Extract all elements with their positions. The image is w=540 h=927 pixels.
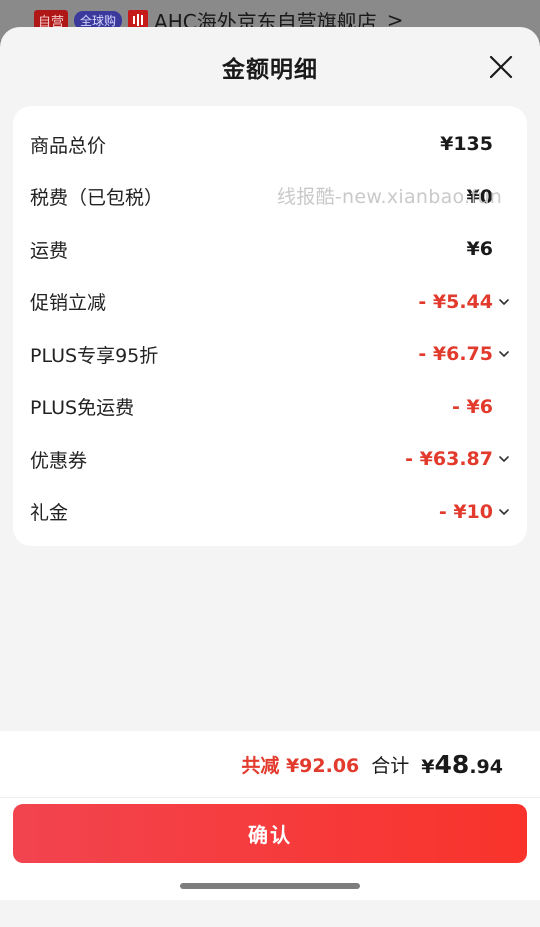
row-value: - ¥10 — [438, 500, 493, 523]
watermark: 线报酷-new.xianbao.fun — [277, 186, 503, 208]
close-icon[interactable] — [488, 54, 514, 80]
row-value: - ¥6.75 — [418, 343, 493, 366]
breakdown-row: 商品总价 ¥135 — [13, 118, 527, 171]
total-currency: ¥ — [421, 755, 435, 778]
row-label: PLUS免运费 — [30, 397, 135, 420]
breakdown-row: 运费 ¥6 — [13, 223, 527, 276]
sheet-header: 金额明细 — [0, 27, 540, 107]
row-label: 税费（已包税） — [30, 187, 164, 210]
price-summary: 共减 ¥92.06 合计 ¥ 48 .94 — [0, 731, 540, 797]
total-decimal: .94 — [469, 755, 503, 778]
row-label: 促销立减 — [30, 292, 107, 315]
price-breakdown-card: 商品总价 ¥135 税费（已包税） ¥0 运费 ¥6 促销立减 - ¥5.44 PLUS专享95… — [13, 106, 527, 546]
chevron-down-icon[interactable] — [497, 505, 511, 519]
breakdown-row[interactable]: 促销立减 - ¥5.44 — [13, 276, 527, 329]
row-value: - ¥63.87 — [405, 448, 493, 471]
chevron-down-icon[interactable] — [497, 452, 511, 466]
chevron-down-icon[interactable] — [497, 347, 511, 361]
row-value-group: - ¥6.75 — [418, 343, 511, 365]
confirm-button[interactable]: 确认 — [13, 804, 527, 863]
row-value-group: ¥135 — [440, 133, 511, 155]
row-value-group: - ¥6 — [452, 396, 511, 418]
row-label: PLUS专享95折 — [30, 344, 159, 367]
row-value-group: - ¥5.44 — [418, 291, 511, 313]
row-label: 运费 — [30, 239, 69, 262]
breakdown-row[interactable]: 优惠券 - ¥63.87 — [13, 433, 527, 486]
chevron-down-icon[interactable] — [497, 295, 511, 309]
row-value: - ¥5.44 — [418, 290, 493, 313]
sheet-title: 金额明细 — [222, 57, 318, 83]
row-label: 商品总价 — [30, 134, 107, 157]
breakdown-row[interactable]: 礼金 - ¥10 — [13, 486, 527, 539]
row-value: ¥135 — [440, 133, 493, 156]
breakdown-row[interactable]: PLUS专享95折 - ¥6.75 — [13, 328, 527, 381]
row-value-group: ¥6 — [467, 238, 511, 260]
row-label: 优惠券 — [30, 449, 88, 472]
row-value-group: - ¥10 — [439, 501, 511, 523]
row-value-group: - ¥63.87 — [405, 448, 511, 470]
total-integer: 48 — [434, 749, 470, 779]
row-value: ¥6 — [466, 238, 493, 261]
home-indicator[interactable] — [180, 883, 360, 889]
row-label: 礼金 — [30, 502, 69, 525]
total-label: 合计 — [371, 754, 410, 777]
breakdown-row: PLUS免运费 - ¥6 — [13, 381, 527, 434]
total-amount: ¥ 48 .94 — [421, 750, 503, 779]
total-discount: 共减 ¥92.06 — [241, 754, 360, 777]
row-value: - ¥6 — [452, 395, 493, 418]
